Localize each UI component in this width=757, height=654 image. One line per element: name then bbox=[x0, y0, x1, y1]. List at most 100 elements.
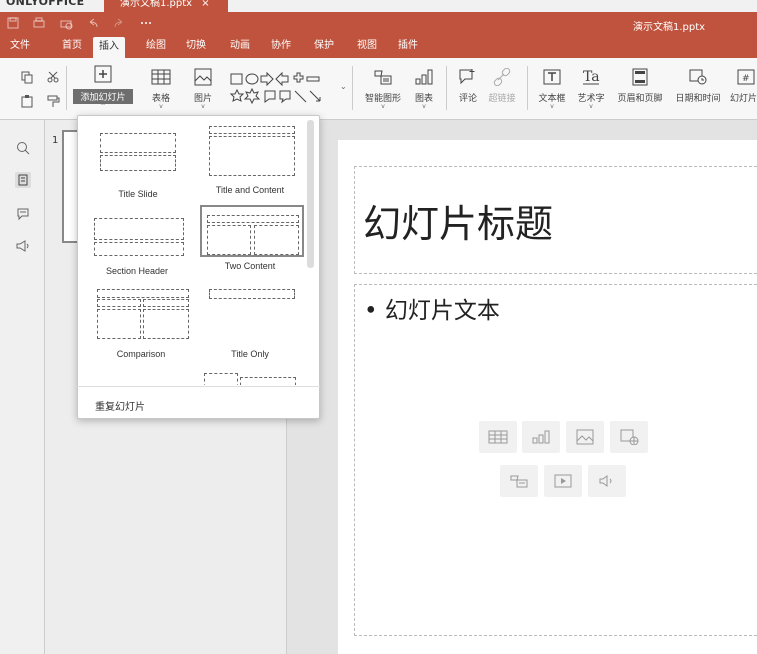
undo-icon[interactable] bbox=[86, 16, 100, 30]
comment-button[interactable]: 评论 bbox=[455, 68, 481, 104]
add-slide-label: 添加幻灯片 bbox=[73, 89, 133, 104]
copy-icon[interactable] bbox=[20, 70, 34, 84]
format-painter-icon[interactable] bbox=[46, 94, 60, 108]
layout-section-header[interactable]: Section Header bbox=[82, 214, 192, 276]
slides-icon[interactable] bbox=[15, 172, 31, 188]
chart-icon bbox=[531, 429, 551, 445]
chevron-down-icon: v bbox=[381, 103, 385, 110]
header-footer-button[interactable]: 页眉和页脚 bbox=[614, 68, 666, 104]
header-footer-label: 页眉和页脚 bbox=[617, 94, 663, 104]
menu-view[interactable]: 视图 bbox=[351, 34, 383, 58]
title-bar: 演示文稿1.pptx bbox=[0, 12, 757, 34]
insert-table-button[interactable]: 表格 v bbox=[146, 68, 176, 110]
more-icon[interactable] bbox=[139, 16, 153, 30]
slide-body-text[interactable]: • 幻灯片文本 bbox=[364, 291, 500, 325]
textart-icon: Ta bbox=[581, 68, 601, 86]
datetime-button[interactable]: 日期和时间 bbox=[672, 68, 724, 104]
layout-preview bbox=[96, 127, 180, 173]
speaker-icon bbox=[597, 473, 617, 489]
svg-text:#: # bbox=[742, 74, 750, 84]
dropdown-divider bbox=[77, 386, 320, 387]
chevron-down-icon: v bbox=[159, 103, 163, 110]
insert-chart-placeholder[interactable] bbox=[522, 421, 560, 453]
slide-number-button[interactable]: # 幻灯片 bbox=[730, 68, 757, 104]
menu-transitions[interactable]: 切换 bbox=[180, 34, 212, 58]
cut-icon[interactable] bbox=[46, 70, 60, 84]
menu-home[interactable]: 首页 bbox=[56, 34, 88, 58]
menu-collaborate[interactable]: 协作 bbox=[265, 34, 297, 58]
layout-preview-selected bbox=[200, 205, 304, 257]
left-toolbar bbox=[0, 120, 45, 654]
save-icon[interactable] bbox=[6, 16, 20, 30]
image-icon bbox=[575, 429, 595, 445]
svg-text:Ta: Ta bbox=[583, 69, 600, 85]
layout-more-partial[interactable] bbox=[200, 371, 298, 385]
menu-insert[interactable]: 插入 bbox=[93, 37, 125, 58]
search-icon[interactable] bbox=[15, 140, 31, 156]
quick-print-icon[interactable] bbox=[59, 16, 73, 30]
smartart-icon bbox=[373, 68, 393, 86]
content-placeholder[interactable] bbox=[354, 284, 757, 636]
hyperlink-button[interactable]: 超链接 bbox=[487, 68, 517, 104]
insert-image-button[interactable]: 图片 v bbox=[188, 68, 218, 110]
layout-comparison[interactable]: Comparison bbox=[86, 287, 196, 359]
document-tab-label: 演示文稿1.pptx bbox=[120, 0, 193, 9]
duplicate-slide-item[interactable]: 重复幻灯片 bbox=[95, 398, 145, 413]
close-tab-icon[interactable]: × bbox=[201, 0, 209, 9]
insert-image-placeholder[interactable] bbox=[566, 421, 604, 453]
tab-strip: ONLYOFFICE 演示文稿1.pptx × bbox=[0, 0, 757, 12]
comment-icon bbox=[458, 68, 478, 86]
insert-table-placeholder[interactable] bbox=[479, 421, 517, 453]
insert-smartart-placeholder[interactable] bbox=[500, 465, 538, 497]
menu-bar: 文件 首页 插入 绘图 切换 动画 协作 保护 视图 插件 bbox=[0, 34, 757, 58]
document-tab[interactable]: 演示文稿1.pptx × bbox=[104, 0, 228, 12]
layout-preview bbox=[203, 123, 297, 179]
link-icon bbox=[492, 68, 512, 86]
paste-icon[interactable] bbox=[20, 94, 34, 108]
menu-protect[interactable]: 保护 bbox=[308, 34, 340, 58]
layout-name: Comparison bbox=[116, 349, 166, 359]
print-icon[interactable] bbox=[32, 16, 46, 30]
textart-button[interactable]: Ta 艺术字 v bbox=[574, 68, 608, 110]
insert-audio-placeholder[interactable] bbox=[588, 465, 626, 497]
comments-icon[interactable] bbox=[15, 206, 31, 222]
shapes-gallery[interactable] bbox=[229, 71, 345, 109]
layout-title-slide[interactable]: Title Slide bbox=[83, 127, 193, 199]
app-logo: ONLYOFFICE bbox=[6, 0, 85, 8]
shapes-more-icon[interactable]: ⌄ bbox=[340, 82, 347, 91]
insert-video-placeholder[interactable] bbox=[544, 465, 582, 497]
smartart-button[interactable]: 智能图形 v bbox=[362, 68, 404, 110]
menu-draw[interactable]: 绘图 bbox=[140, 34, 172, 58]
dropdown-scrollbar[interactable] bbox=[307, 120, 314, 268]
add-slide-button[interactable]: 添加幻灯片 ^ bbox=[73, 64, 133, 118]
layout-name: Two Content bbox=[224, 261, 276, 271]
header-footer-icon bbox=[630, 68, 650, 86]
insert-ribbon: 添加幻灯片 ^ 表格 v 图片 v ⌄ 智能图形 v 图表 v 评论 超链接 文… bbox=[0, 58, 757, 120]
feedback-icon[interactable] bbox=[15, 238, 31, 254]
layout-title-and-content[interactable]: Title and Content bbox=[195, 123, 305, 195]
menu-animation[interactable]: 动画 bbox=[224, 34, 256, 58]
chevron-down-icon: v bbox=[550, 103, 554, 110]
redo-icon[interactable] bbox=[112, 16, 126, 30]
slide-thumbnail-number: 1 bbox=[52, 135, 59, 146]
smartart-icon bbox=[509, 473, 529, 489]
layout-preview bbox=[90, 214, 184, 258]
menu-plugins[interactable]: 插件 bbox=[392, 34, 424, 58]
layout-two-content[interactable]: Two Content bbox=[195, 205, 305, 271]
layout-title-only[interactable]: Title Only bbox=[195, 287, 305, 359]
hyperlink-label: 超链接 bbox=[488, 94, 516, 104]
table-icon bbox=[151, 68, 171, 86]
insert-online-image-placeholder[interactable] bbox=[610, 421, 648, 453]
web-image-icon bbox=[619, 429, 639, 445]
chevron-down-icon: v bbox=[422, 103, 426, 110]
calendar-clock-icon bbox=[688, 68, 708, 86]
comment-label: 评论 bbox=[458, 94, 477, 104]
slide-title[interactable]: 幻灯片标题 bbox=[363, 193, 553, 248]
insert-chart-button[interactable]: 图表 v bbox=[410, 68, 438, 110]
textbox-button[interactable]: 文本框 v bbox=[536, 68, 568, 110]
layout-name: Section Header bbox=[105, 266, 169, 276]
menu-file[interactable]: 文件 bbox=[4, 34, 36, 58]
table-icon bbox=[488, 429, 508, 445]
chevron-down-icon: v bbox=[201, 103, 205, 110]
textbox-icon bbox=[542, 68, 562, 86]
